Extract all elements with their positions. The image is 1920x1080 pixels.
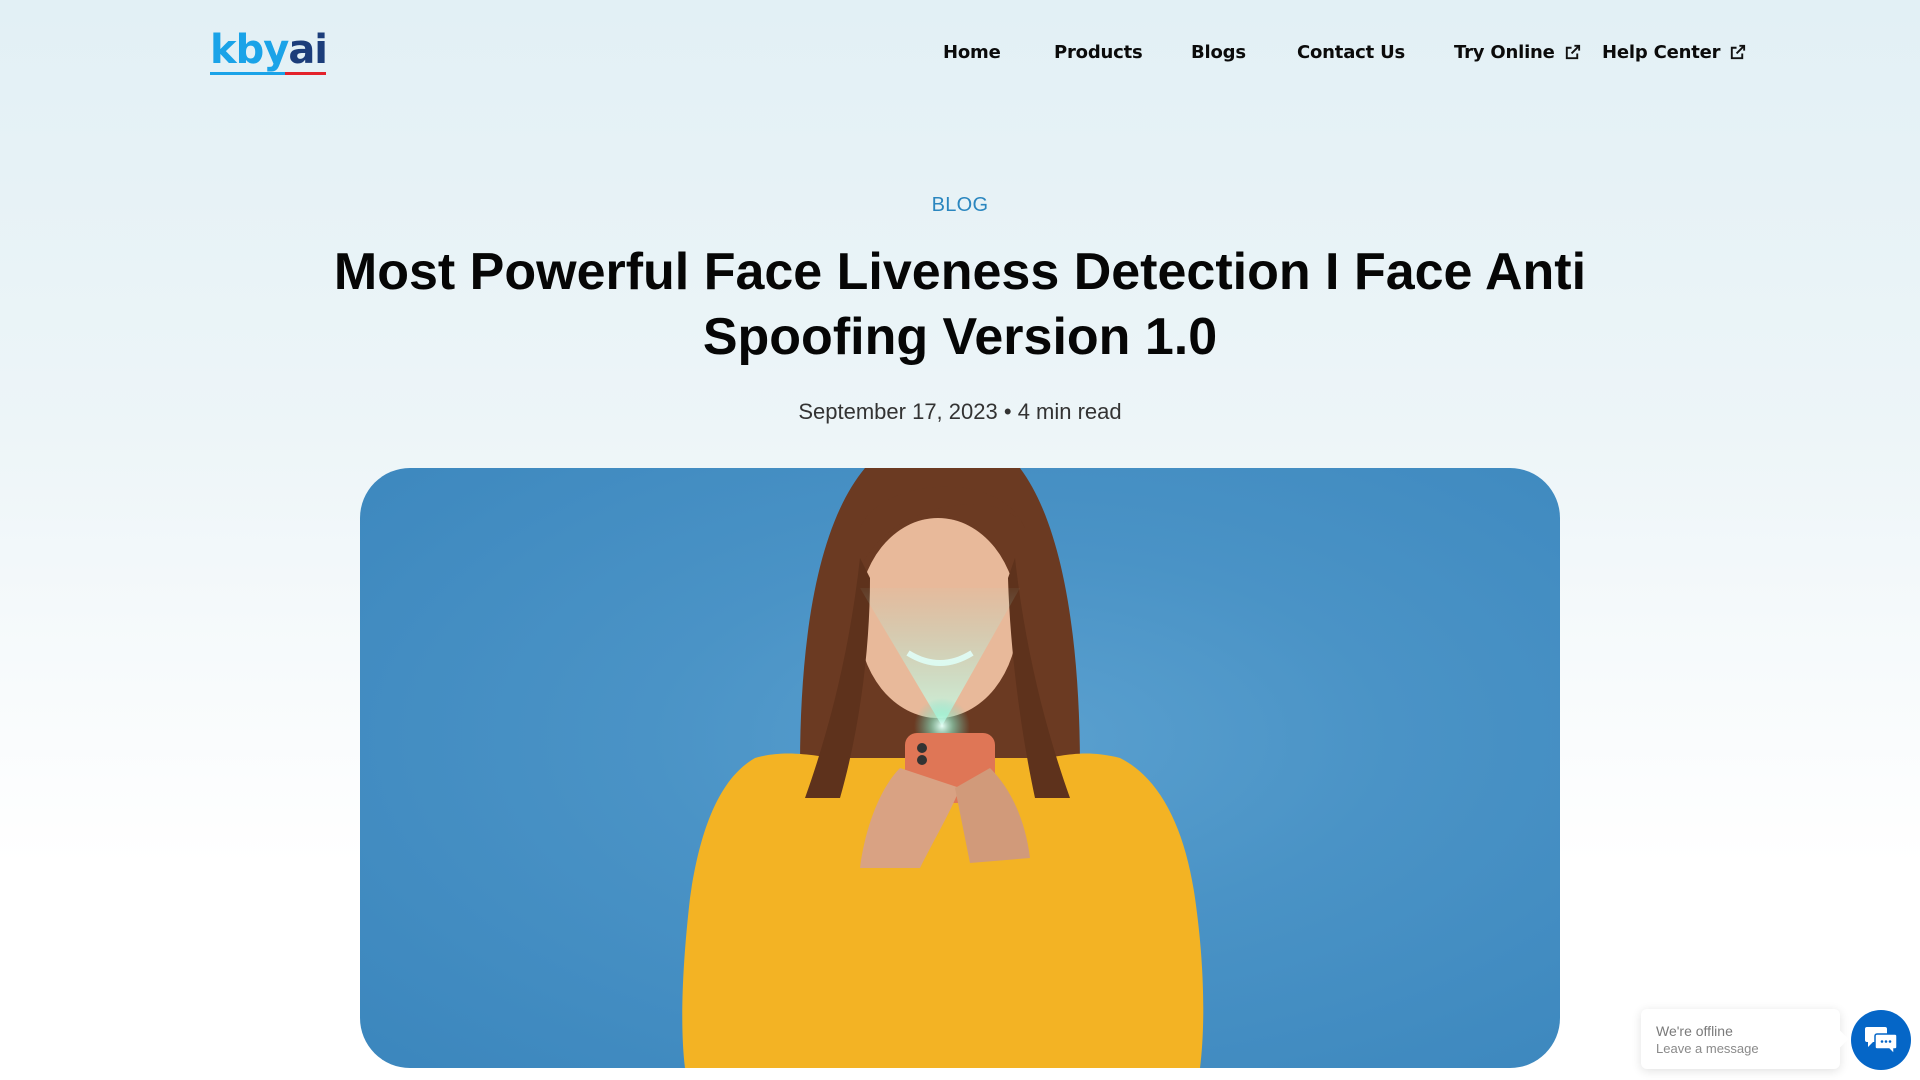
external-link-icon	[1565, 44, 1580, 60]
logo-underline-red	[285, 72, 326, 75]
nav-blogs[interactable]: Blogs	[1191, 42, 1246, 63]
article-title: Most Powerful Face Liveness Detection I …	[333, 243, 1587, 366]
article-meta: September 17, 2023 • 4 min read	[0, 399, 1920, 425]
nav-home[interactable]: Home	[943, 42, 1001, 63]
chat-offline-bubble[interactable]: We're offline Leave a message	[1641, 1009, 1840, 1069]
nav-help-center[interactable]: Help Center	[1602, 42, 1747, 63]
site-header: kbyai Home Products Blogs Contact Us Try…	[0, 0, 1920, 110]
nav-contact-label: Contact Us	[1297, 42, 1406, 63]
read-time: 4 min read	[1017, 399, 1122, 424]
nav-try-online-label: Try Online	[1454, 42, 1555, 63]
hero-image	[360, 468, 1560, 1068]
nav-contact-us[interactable]: Contact Us	[1297, 42, 1405, 63]
nav-products-label: Products	[1054, 42, 1143, 63]
nav-home-label: Home	[943, 42, 1001, 63]
publish-date: September 17, 2023	[798, 399, 998, 424]
chat-bubbles-icon	[1865, 1027, 1898, 1055]
main-nav: Home Products Blogs Contact Us Try Onlin…	[0, 42, 1920, 68]
meta-separator: •	[1003, 399, 1012, 424]
nav-blogs-label: Blogs	[1191, 42, 1246, 63]
category-label[interactable]: BLOG	[0, 194, 1920, 217]
hero-illustration	[682, 468, 1204, 1068]
chat-launcher-button[interactable]	[1851, 1010, 1911, 1070]
chat-status: We're offline	[1656, 1023, 1733, 1039]
nav-products[interactable]: Products	[1054, 42, 1143, 63]
external-link-icon	[1731, 44, 1746, 60]
chat-prompt: Leave a message	[1656, 1041, 1759, 1056]
nav-help-center-label: Help Center	[1602, 42, 1721, 63]
nav-try-online[interactable]: Try Online	[1454, 42, 1582, 63]
logo-underline-blue	[210, 72, 285, 75]
